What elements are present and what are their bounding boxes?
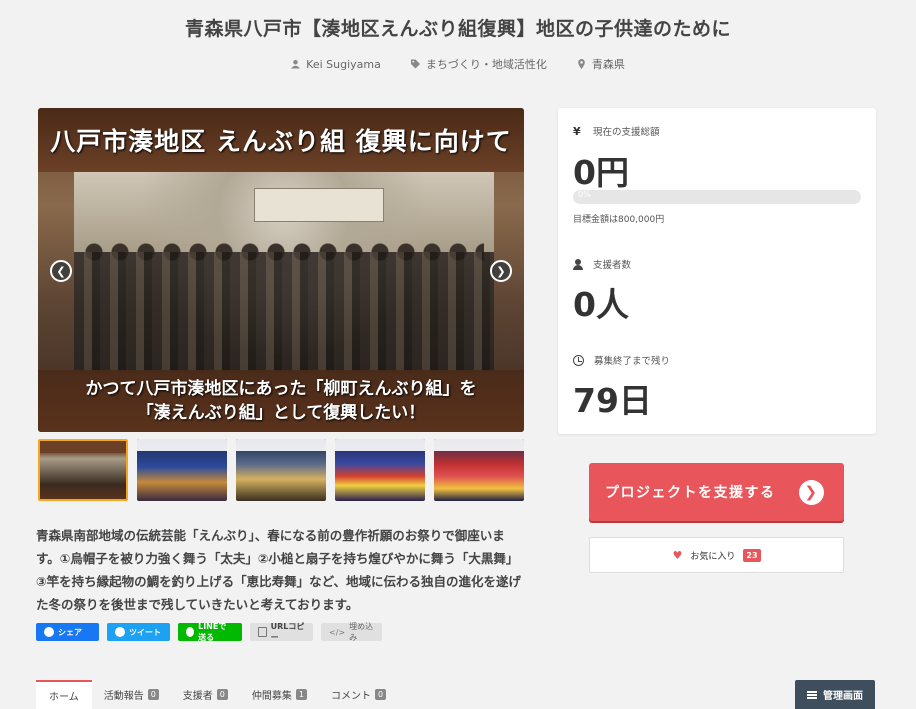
thumbnail-strip — [38, 439, 524, 501]
hero-banner-line1: かつて八戸市湊地区にあった「柳町えんぶり組」を — [85, 379, 477, 399]
remaining-label: 募集終了まで残り — [573, 353, 670, 367]
tab-badge: 1 — [295, 689, 307, 700]
author-name: Kei Sugiyama — [306, 57, 381, 71]
thumbnail-5[interactable] — [434, 439, 524, 501]
location-meta[interactable]: 青森県 — [577, 56, 625, 72]
favorite-label: お気に入り — [690, 551, 736, 562]
total-label: ¥ 現在の支援総額 — [573, 124, 660, 139]
goal-amount: 目標金額は800,000円 — [573, 215, 665, 225]
tab-badge: 0 — [374, 689, 387, 700]
favorite-button[interactable]: ♥ お気に入り 23 — [589, 537, 844, 573]
hero-banner-bottom: かつて八戸市湊地区にあった「柳町えんぶり組」を 「湊えんぶり組」として復興したい… — [38, 370, 524, 432]
thumbnail-1[interactable] — [38, 439, 128, 501]
chevron-right-circle-icon: ❯ — [799, 479, 824, 505]
funding-stats-card: ¥ 現在の支援総額 0円 0% 目標金額は800,000円 支援者数 0人 募集… — [558, 108, 876, 434]
thumbnail-4[interactable] — [335, 439, 425, 501]
tab-badge: 0 — [216, 689, 228, 700]
yen-icon: ¥ — [573, 124, 581, 138]
location-name: 青森県 — [591, 58, 625, 71]
project-description: 青森県南部地域の伝統芸能「えんぶり」、春になる前の豊作祈願のお祭りで御座います。… — [36, 528, 521, 612]
tab-activity-reports[interactable]: 活動報告 0 — [92, 680, 171, 709]
url-copy-button[interactable]: URLコピー — [250, 622, 313, 642]
thumbnail-2[interactable] — [137, 439, 227, 501]
tab-badge: 0 — [147, 689, 159, 700]
support-project-button[interactable]: プロジェクトを支援する ❯ — [589, 463, 844, 521]
page-title: 青森県八戸市【湊地区えんぶり組復興】地区の子供達のために — [184, 18, 731, 40]
admin-panel-button[interactable]: 管理画面 — [795, 680, 875, 709]
tab-home[interactable]: ホーム — [36, 680, 92, 709]
category-name: まちづくり・地域活性化 — [425, 58, 547, 71]
hero-banner-top-text: 八戸市湊地区 えんぶり組 復興に向けて — [50, 127, 512, 156]
chevron-right-icon: ❯ — [496, 264, 506, 278]
map-pin-icon — [578, 59, 585, 69]
project-meta: Kei Sugiyama まちづくり・地域活性化 青森県 — [0, 56, 916, 72]
copy-icon — [258, 627, 267, 637]
tab-supporters[interactable]: 支援者 0 — [171, 680, 240, 709]
hero-image-slider[interactable]: 八戸市湊地区 えんぶり組 復興に向けて かつて八戸市湊地区にあった「柳町えんぶり… — [38, 108, 524, 432]
twitter-share-button[interactable]: ツイート — [107, 623, 170, 641]
twitter-icon — [115, 627, 125, 637]
remaining-value: 79日 — [573, 381, 652, 420]
clock-icon — [573, 354, 584, 366]
category-meta[interactable]: まちづくり・地域活性化 — [410, 56, 547, 72]
historic-photo — [74, 172, 494, 372]
project-tabs: ホーム 活動報告 0 支援者 0 仲間募集 1 コメント 0 — [36, 680, 398, 709]
line-icon — [186, 627, 195, 637]
funding-progress-bar — [573, 190, 861, 204]
total-value: 0円 — [573, 153, 629, 192]
heart-icon: ♥ — [672, 548, 683, 562]
supporters-value: 0人 — [573, 285, 629, 324]
user-icon — [291, 59, 301, 69]
embed-button[interactable]: </> 埋め込み — [321, 622, 382, 642]
tag-icon — [410, 59, 420, 69]
user-icon — [573, 258, 583, 270]
favorite-count: 23 — [743, 548, 761, 562]
tab-comments[interactable]: コメント 0 — [319, 680, 398, 709]
support-button-label: プロジェクトを支援する — [605, 485, 776, 501]
code-icon: </> — [329, 627, 346, 637]
hero-banner-line2: 「湊えんぶり組」として復興したい！ — [136, 403, 426, 423]
facebook-icon — [44, 627, 54, 637]
tab-recruitment[interactable]: 仲間募集 1 — [240, 680, 319, 709]
menu-icon — [807, 690, 817, 699]
author-meta[interactable]: Kei Sugiyama — [291, 56, 381, 72]
photo-sign — [254, 188, 384, 222]
chevron-left-icon: ❮ — [56, 264, 66, 278]
supporters-label: 支援者数 — [573, 257, 631, 271]
hero-banner-top: 八戸市湊地区 えんぶり組 復興に向けて — [38, 108, 524, 172]
line-share-button[interactable]: LINEで送る — [178, 622, 242, 642]
facebook-share-button[interactable]: シェア — [36, 623, 99, 641]
slider-prev-button[interactable]: ❮ — [50, 260, 72, 282]
progress-text: 0% — [578, 190, 591, 199]
thumbnail-3[interactable] — [236, 439, 326, 501]
slider-next-button[interactable]: ❯ — [490, 260, 512, 282]
share-buttons: シェア ツイート LINEで送る URLコピー </> 埋め込み — [36, 622, 382, 642]
